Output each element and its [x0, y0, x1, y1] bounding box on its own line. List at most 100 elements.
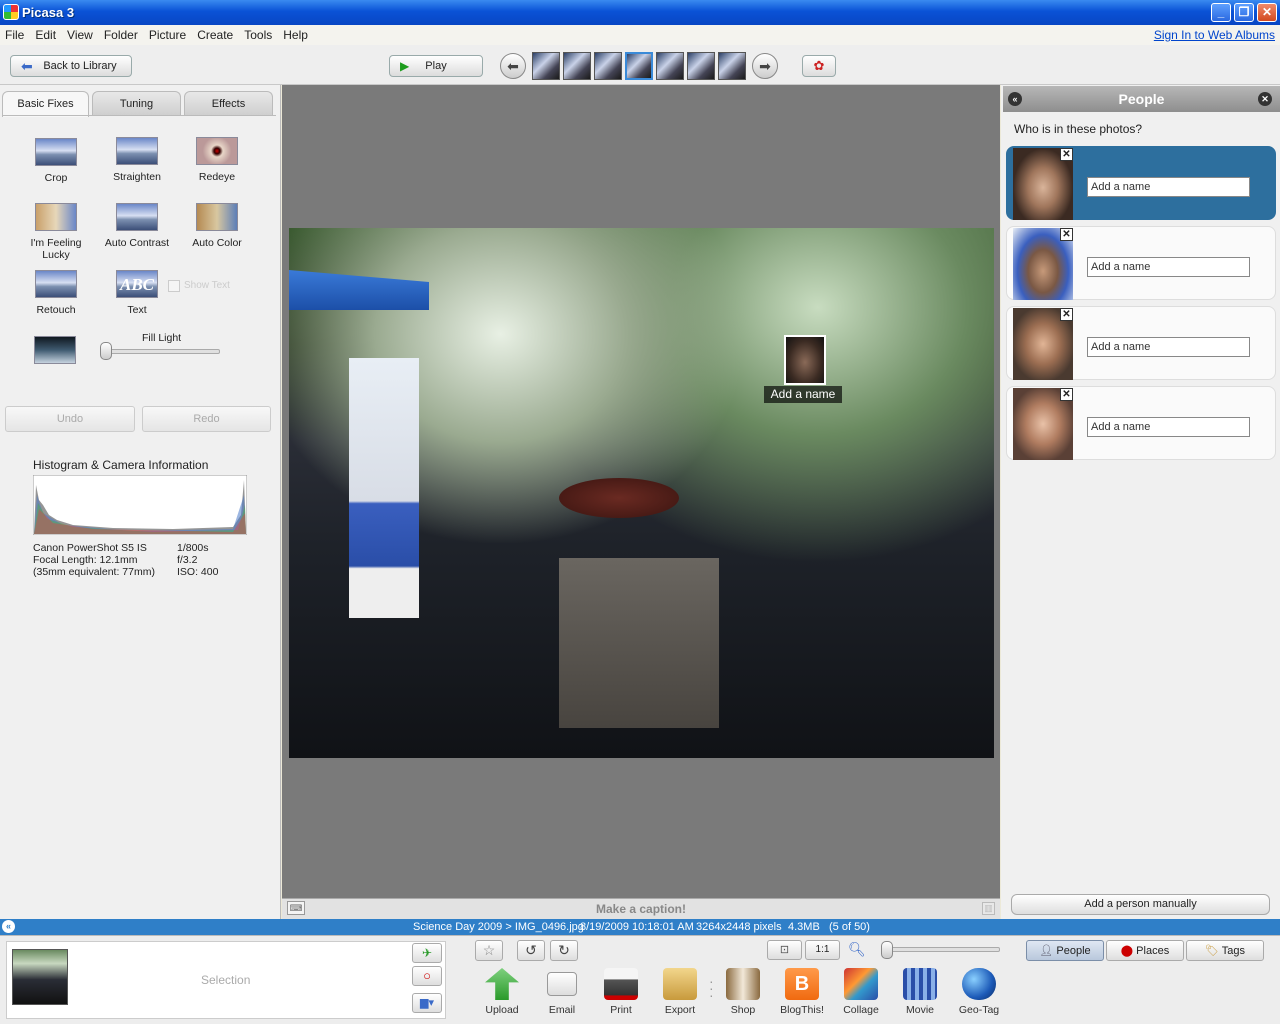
back-to-library-button[interactable]: ⬅ Back to Library: [10, 55, 132, 77]
retouch-tool[interactable]: Retouch: [16, 270, 96, 316]
stone-table: [559, 558, 719, 728]
zoom-slider-thumb[interactable]: [881, 941, 893, 959]
folder-icon: [663, 968, 697, 1000]
text-tool[interactable]: ABC Text: [97, 270, 177, 316]
face-card[interactable]: ✕ Add a name: [1006, 146, 1276, 220]
filmstrip-thumb[interactable]: [687, 52, 715, 80]
blogthis-button[interactable]: B BlogThis!: [775, 968, 829, 1016]
picasa-logo-icon: [3, 4, 19, 20]
export-button[interactable]: Export: [653, 968, 707, 1016]
face-detection-box[interactable]: [784, 335, 826, 385]
selection-label: Selection: [201, 973, 251, 987]
rotate-left-button[interactable]: ↺: [517, 940, 545, 961]
print-button[interactable]: Print: [594, 968, 648, 1016]
movie-button[interactable]: Movie: [893, 968, 947, 1016]
filmstrip-thumb[interactable]: [563, 52, 591, 80]
fill-light-slider[interactable]: [104, 349, 220, 354]
add-to-album-button[interactable]: ▆▾: [412, 993, 442, 1013]
filmstrip-thumb-selected[interactable]: [625, 52, 653, 80]
face-name-input[interactable]: Add a name: [1087, 417, 1250, 437]
menu-file[interactable]: File: [0, 25, 30, 42]
auto-contrast-tool[interactable]: Auto Contrast: [97, 203, 177, 249]
close-panel-icon[interactable]: ✕: [1258, 92, 1272, 106]
play-button[interactable]: ▶ Play: [389, 55, 483, 77]
remove-face-icon[interactable]: ✕: [1060, 308, 1073, 321]
feeling-lucky-tool[interactable]: I'm Feeling Lucky: [16, 203, 96, 261]
selection-thumbnail[interactable]: [12, 949, 68, 1005]
star-icon: ☆: [482, 942, 496, 958]
star-button[interactable]: ☆: [475, 940, 503, 961]
previous-photo-button[interactable]: ⬅: [500, 53, 526, 79]
fit-window-icon: ⊡: [779, 944, 790, 956]
auto-color-tool[interactable]: Auto Color: [177, 203, 257, 249]
fill-light-slider-thumb[interactable]: [100, 342, 112, 360]
screensaver-button[interactable]: ✿: [802, 55, 836, 77]
collapse-panel-icon[interactable]: «: [1008, 92, 1022, 106]
straighten-icon: [116, 137, 158, 165]
album-dropdown-icon: ▆▾: [420, 997, 434, 1009]
tab-tags[interactable]: 🏷︎ Tags: [1186, 940, 1264, 961]
photo-add-name-tag[interactable]: Add a name: [764, 386, 842, 403]
zoom-slider[interactable]: [883, 947, 1000, 952]
next-photo-button[interactable]: ➡: [752, 53, 778, 79]
people-panel-title: People: [1118, 91, 1165, 107]
face-card[interactable]: ✕ Add a name: [1006, 306, 1276, 380]
crop-tool[interactable]: Crop: [16, 138, 96, 184]
trash-icon[interactable]: ▥: [982, 902, 995, 915]
rotate-right-button[interactable]: ↻: [550, 940, 578, 961]
email-button[interactable]: Email: [535, 968, 589, 1016]
caption-bar[interactable]: Make a caption!: [282, 898, 1000, 919]
filmstrip-thumb[interactable]: [718, 52, 746, 80]
face-card[interactable]: ✕ Add a name: [1006, 386, 1276, 460]
filmstrip-thumb[interactable]: [656, 52, 684, 80]
close-button[interactable]: ✕: [1257, 3, 1277, 22]
show-text-checkbox[interactable]: [168, 280, 180, 292]
shop-button[interactable]: Shop: [716, 968, 770, 1016]
face-name-input[interactable]: Add a name: [1087, 337, 1250, 357]
menu-help[interactable]: Help: [278, 25, 314, 42]
hold-pin-button[interactable]: ✈: [412, 943, 442, 963]
menu-folder[interactable]: Folder: [99, 25, 144, 42]
blue-tent: [289, 270, 429, 310]
face-card[interactable]: ✕ Add a name: [1006, 226, 1276, 300]
redeye-tool[interactable]: Redeye: [177, 137, 257, 183]
menu-picture[interactable]: Picture: [144, 25, 192, 42]
straighten-tool[interactable]: Straighten: [97, 137, 177, 183]
lucky-icon: [35, 203, 77, 231]
menu-tools[interactable]: Tools: [239, 25, 278, 42]
shop-icon: [726, 968, 760, 1000]
map-pin-icon: ⬤: [1120, 945, 1137, 957]
undo-button[interactable]: Undo: [5, 406, 135, 432]
redo-button[interactable]: Redo: [142, 406, 271, 432]
maximize-button[interactable]: ❐: [1234, 3, 1254, 22]
collage-button[interactable]: Collage: [834, 968, 888, 1016]
filmstrip-thumb[interactable]: [532, 52, 560, 80]
main-photo[interactable]: [289, 228, 994, 758]
geotag-button[interactable]: Geo-Tag: [952, 968, 1006, 1016]
clear-selection-button[interactable]: ○: [412, 966, 442, 986]
tab-tuning[interactable]: Tuning: [92, 91, 181, 115]
face-thumbnail: ✕: [1013, 388, 1073, 460]
remove-face-icon[interactable]: ✕: [1060, 228, 1073, 241]
actual-size-button[interactable]: 1:1: [805, 940, 840, 960]
menu-create[interactable]: Create: [192, 25, 239, 42]
face-name-input[interactable]: Add a name: [1087, 257, 1250, 277]
remove-face-icon[interactable]: ✕: [1060, 148, 1073, 161]
face-name-input[interactable]: Add a name: [1087, 177, 1250, 197]
sign-in-link[interactable]: Sign In to Web Albums: [1154, 28, 1275, 42]
tab-basic-fixes[interactable]: Basic Fixes: [2, 91, 89, 117]
upload-button[interactable]: Upload: [475, 968, 529, 1016]
menu-view[interactable]: View: [62, 25, 99, 42]
tab-effects[interactable]: Effects: [184, 91, 273, 115]
keyboard-icon[interactable]: ⌨: [287, 901, 305, 915]
title-bar: Picasa 3 _ ❐ ✕: [0, 0, 1280, 25]
menu-edit[interactable]: Edit: [30, 25, 62, 42]
minimize-button[interactable]: _: [1211, 3, 1231, 22]
filmstrip-thumb[interactable]: [594, 52, 622, 80]
fit-to-window-button[interactable]: ⊡: [767, 940, 802, 960]
tab-places[interactable]: ⬤ Places: [1106, 940, 1184, 961]
remove-face-icon[interactable]: ✕: [1060, 388, 1073, 401]
add-person-manually-button[interactable]: Add a person manually: [1011, 894, 1270, 915]
collapse-tray-icon[interactable]: «: [2, 920, 15, 933]
tab-people[interactable]: 👤︎ People: [1026, 940, 1104, 961]
